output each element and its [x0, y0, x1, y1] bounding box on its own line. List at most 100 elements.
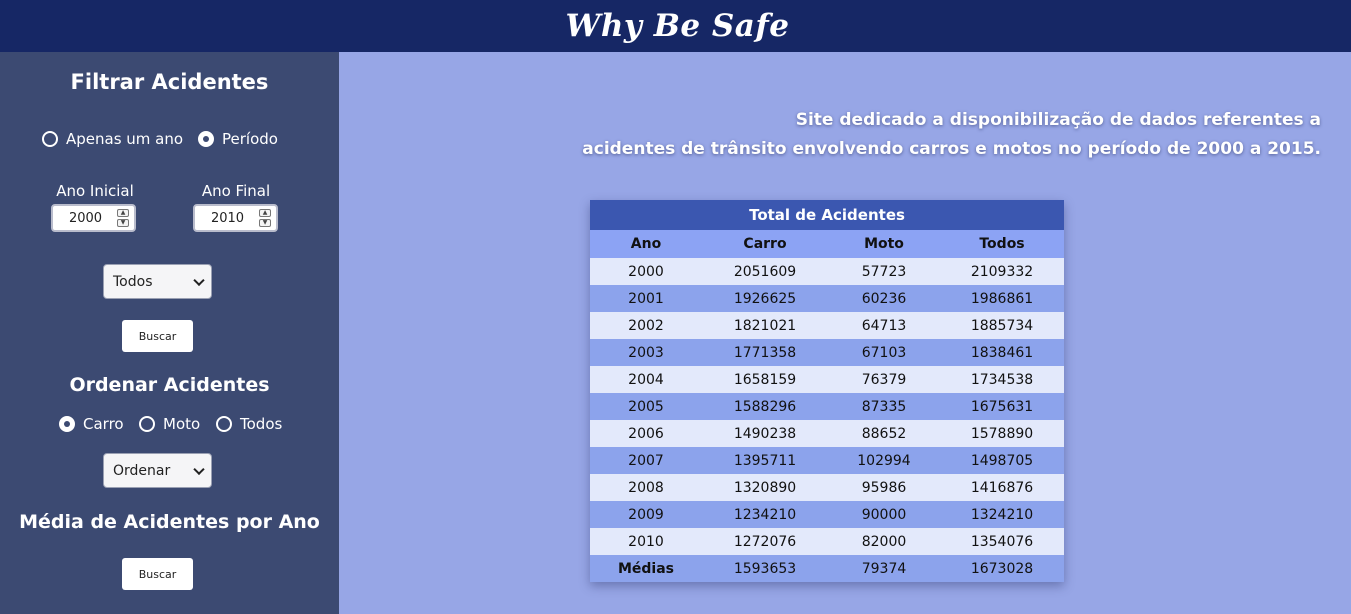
header-ano: Ano: [630, 236, 662, 252]
start-year-input[interactable]: 2000 ▲ ▼: [51, 204, 136, 232]
app-header: Why Be Safe: [0, 0, 1351, 52]
sort-title: Ordenar Acidentes: [69, 374, 270, 396]
sort-select-value: Ordenar: [113, 462, 171, 479]
table-header-row: Ano Carro Moto Todos: [590, 230, 1064, 258]
average-search-button[interactable]: Buscar: [122, 558, 193, 590]
spin-up-icon[interactable]: ▲: [117, 209, 129, 217]
cell-moto: 90000: [861, 506, 907, 523]
cell-ano: 2008: [628, 479, 664, 496]
cell-carro: 1771358: [733, 344, 797, 361]
cell-moto: 60236: [861, 290, 907, 307]
radio-period-indicator[interactable]: [198, 131, 214, 147]
cell-ano: 2007: [628, 452, 664, 469]
footer-label: Médias: [617, 560, 675, 577]
cell-todos: 1354076: [970, 533, 1034, 550]
table-row: 2003 1771358 67103 1838461: [590, 339, 1064, 366]
start-year-value: 2000: [68, 210, 103, 226]
header-moto: Moto: [864, 236, 904, 252]
radio-period-label: Período: [222, 130, 278, 148]
radio-single-year[interactable]: Apenas um ano: [42, 130, 183, 148]
radio-sort-todos[interactable]: Todos: [216, 415, 282, 433]
table-row: 2009 1234210 90000 1324210: [590, 501, 1064, 528]
cell-carro: 1490238: [733, 425, 797, 442]
table-row: 2006 1490238 88652 1578890: [590, 420, 1064, 447]
radio-sort-carro-indicator[interactable]: [59, 416, 75, 432]
cell-ano: 2004: [628, 371, 664, 388]
cell-moto: 87335: [861, 398, 907, 415]
table-title: Total de Acidentes: [590, 200, 1064, 230]
radio-sort-todos-label: Todos: [240, 415, 283, 433]
cell-moto: 76379: [861, 371, 907, 388]
cell-todos: 1416876: [970, 479, 1034, 496]
footer-moto: 79374: [861, 560, 907, 577]
start-year-spinner[interactable]: ▲ ▼: [117, 209, 129, 227]
footer-carro: 1593653: [733, 560, 797, 577]
table-row: 2008 1320890 95986 1416876: [590, 474, 1064, 501]
table-row: 2010 1272076 82000 1354076: [590, 528, 1064, 555]
tagline-line-2: acidentes de trânsito envolvendo carros …: [582, 139, 1321, 159]
table-footer-row: Médias 1593653 79374 1673028: [590, 555, 1064, 582]
cell-todos: 1986861: [970, 290, 1034, 307]
end-year-input[interactable]: 2010 ▲ ▼: [193, 204, 278, 232]
end-year-value: 2010: [210, 210, 245, 226]
radio-sort-todos-indicator[interactable]: [216, 416, 232, 432]
header-carro: Carro: [743, 236, 787, 252]
cell-moto: 64713: [861, 317, 907, 334]
radio-single-year-label: Apenas um ano: [66, 130, 184, 148]
table-row: 2000 2051609 57723 2109332: [590, 258, 1064, 285]
cell-todos: 1885734: [970, 317, 1034, 334]
cell-ano: 2005: [628, 398, 664, 415]
sort-select[interactable]: Ordenar: [103, 453, 212, 488]
vehicle-select-value: Todos: [113, 273, 153, 290]
sidebar: Filtrar Acidentes Apenas um ano Período …: [0, 52, 339, 614]
start-year-label: Ano Inicial: [56, 182, 134, 200]
filter-search-button[interactable]: Buscar: [122, 320, 193, 352]
cell-carro: 1234210: [733, 506, 797, 523]
radio-sort-moto-indicator[interactable]: [139, 416, 155, 432]
radio-sort-moto[interactable]: Moto: [139, 415, 200, 433]
radio-sort-carro-label: Carro: [83, 415, 124, 433]
vehicle-select[interactable]: Todos: [103, 264, 212, 299]
cell-todos: 1675631: [970, 398, 1034, 415]
table-row: 2007 1395711 102994 1498705: [590, 447, 1064, 474]
cell-moto: 95986: [861, 479, 907, 496]
radio-sort-carro[interactable]: Carro: [59, 415, 124, 433]
cell-todos: 1578890: [970, 425, 1034, 442]
cell-ano: 2009: [628, 506, 664, 523]
cell-carro: 1821021: [733, 317, 797, 334]
average-title: Média de Acidentes por Ano: [19, 511, 320, 533]
footer-todos: 1673028: [970, 560, 1034, 577]
cell-carro: 1926625: [733, 290, 797, 307]
brand-logo[interactable]: Why Be Safe: [566, 8, 790, 44]
spin-down-icon[interactable]: ▼: [259, 219, 271, 227]
cell-ano: 2000: [628, 263, 664, 280]
spin-down-icon[interactable]: ▼: [117, 219, 129, 227]
cell-todos: 1498705: [970, 452, 1034, 469]
cell-ano: 2002: [628, 317, 664, 334]
cell-todos: 2109332: [970, 263, 1034, 280]
site-description: Site dedicado a disponibilização de dado…: [561, 106, 1321, 164]
filter-title: Filtrar Acidentes: [70, 70, 269, 94]
cell-moto: 67103: [861, 344, 907, 361]
chevron-down-icon: [193, 463, 205, 475]
cell-moto: 82000: [861, 533, 907, 550]
cell-moto: 88652: [861, 425, 907, 442]
radio-period[interactable]: Período: [198, 130, 278, 148]
cell-moto: 57723: [861, 263, 907, 280]
cell-ano: 2006: [628, 425, 664, 442]
spin-up-icon[interactable]: ▲: [259, 209, 271, 217]
cell-carro: 1272076: [733, 533, 797, 550]
radio-single-year-indicator[interactable]: [42, 131, 58, 147]
cell-carro: 1320890: [733, 479, 797, 496]
end-year-spinner[interactable]: ▲ ▼: [259, 209, 271, 227]
tagline-line-1: Site dedicado a disponibilização de dado…: [795, 110, 1321, 130]
cell-ano: 2010: [628, 533, 664, 550]
table-row: 2002 1821021 64713 1885734: [590, 312, 1064, 339]
accidents-table: Total de Acidentes Ano Carro Moto Todos …: [590, 200, 1064, 582]
chevron-down-icon: [193, 274, 205, 286]
table-row: 2005 1588296 87335 1675631: [590, 393, 1064, 420]
cell-todos: 1838461: [970, 344, 1034, 361]
cell-moto: 102994: [857, 452, 911, 469]
cell-todos: 1734538: [970, 371, 1034, 388]
cell-carro: 1395711: [733, 452, 797, 469]
